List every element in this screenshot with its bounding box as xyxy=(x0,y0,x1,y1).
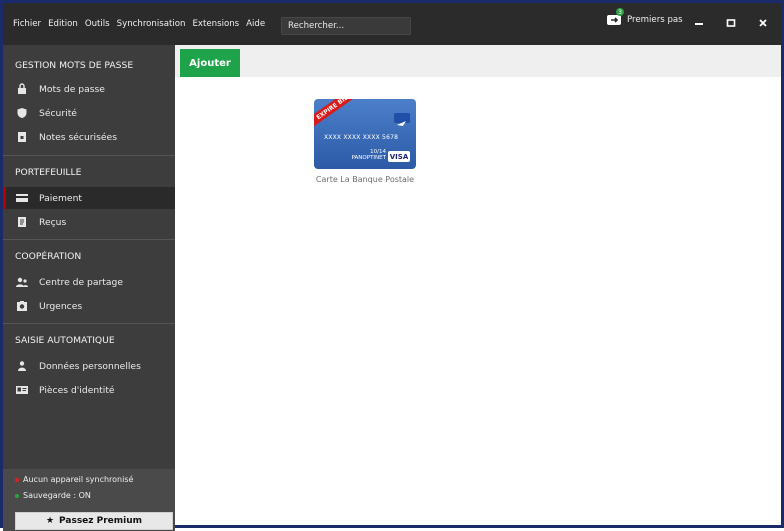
sidebar-divider xyxy=(3,239,175,240)
menu-outils[interactable]: Outils xyxy=(85,19,110,29)
add-button[interactable]: Ajouter xyxy=(180,49,240,77)
section-title-saisie: SAISIE AUTOMATIQUE xyxy=(15,335,115,346)
sync-status: Aucun appareil synchronisé xyxy=(15,475,133,484)
emergency-icon xyxy=(15,299,29,313)
menu-fichier[interactable]: Fichier xyxy=(13,19,41,29)
section-title-portefeuille: PORTEFEUILLE xyxy=(15,167,82,178)
section-title-gestion: GESTION MOTS DE PASSE xyxy=(15,60,134,71)
person-icon xyxy=(15,359,29,373)
menu-bar: Fichier Edition Outils Synchronisation E… xyxy=(13,3,265,45)
card-number: XXXX XXXX XXXX 5678 xyxy=(324,134,399,141)
premiers-pas-badge: 3 xyxy=(616,8,624,16)
sidebar-item-pieces[interactable]: Pièces d'identité xyxy=(3,379,175,401)
sidebar-item-label: Reçus xyxy=(39,216,67,228)
close-button[interactable] xyxy=(753,15,773,31)
toolbar: Ajouter xyxy=(175,45,781,77)
window-controls xyxy=(689,15,773,31)
sidebar-item-paiement[interactable]: Paiement xyxy=(3,187,175,209)
search-placeholder: Rechercher... xyxy=(288,21,345,31)
premium-button[interactable]: ★ Passez Premium xyxy=(15,512,173,530)
shield-icon xyxy=(15,106,29,120)
red-dot-icon xyxy=(15,477,19,482)
expire-ribbon: EXPIRE BIENTÔT xyxy=(314,99,376,130)
id-card-icon xyxy=(15,383,29,397)
card-caption: Carte La Banque Postale xyxy=(315,175,415,184)
main-content: Ajouter EXPIRE BIENTÔT XXXX XXXX XXXX 56… xyxy=(175,45,781,525)
menu-synchronisation[interactable]: Synchronisation xyxy=(117,19,186,29)
sidebar-item-label: Paiement xyxy=(39,192,82,204)
sync-status-text: Aucun appareil synchronisé xyxy=(23,475,134,484)
section-title-cooperation: COOPÉRATION xyxy=(15,251,82,262)
sidebar-item-urgences[interactable]: Urgences xyxy=(3,295,175,317)
card-expiry: 10/14 PANOPTINET xyxy=(352,149,386,161)
sidebar-item-label: Sécurité xyxy=(39,107,77,119)
card-holder: PANOPTINET xyxy=(351,155,386,161)
sidebar-divider xyxy=(3,155,175,156)
sidebar-item-label: Urgences xyxy=(39,300,83,312)
top-bar: Fichier Edition Outils Synchronisation E… xyxy=(3,3,781,45)
credit-card-icon xyxy=(15,191,29,205)
search-input[interactable]: Rechercher... xyxy=(281,17,411,35)
sidebar-item-label: Notes sécurisées xyxy=(39,131,117,143)
green-dot-icon xyxy=(15,493,19,498)
sidebar-item-label: Mots de passe xyxy=(39,83,105,95)
secure-note-icon xyxy=(15,130,29,144)
premiers-pas-button[interactable]: 3 Premiers pas xyxy=(607,8,683,27)
menu-edition[interactable]: Edition xyxy=(48,19,78,29)
menu-aide[interactable]: Aide xyxy=(246,19,265,29)
sidebar-item-donnees[interactable]: Données personnelles xyxy=(3,355,175,377)
receipt-icon xyxy=(15,215,29,229)
sidebar-item-label: Pièces d'identité xyxy=(39,384,115,396)
premiers-pas-label: Premiers pas xyxy=(627,15,683,25)
backup-status-text: Sauvegarde : ON xyxy=(23,491,91,500)
backup-status: Sauvegarde : ON xyxy=(15,491,91,500)
menu-extensions[interactable]: Extensions xyxy=(192,19,239,29)
maximize-button[interactable] xyxy=(721,15,741,31)
share-users-icon xyxy=(15,275,29,289)
sidebar-item-label: Données personnelles xyxy=(39,360,141,372)
sidebar-item-notes[interactable]: Notes sécurisées xyxy=(3,126,175,148)
sidebar-item-securite[interactable]: Sécurité xyxy=(3,102,175,124)
bank-logo-icon xyxy=(394,113,410,126)
visa-logo: VISA xyxy=(388,151,410,162)
premium-button-label: Passez Premium xyxy=(59,516,143,526)
sidebar-item-mots-de-passe[interactable]: Mots de passe xyxy=(3,78,175,100)
lock-icon xyxy=(15,82,29,96)
credit-card-thumbnail[interactable]: EXPIRE BIENTÔT XXXX XXXX XXXX 5678 10/14… xyxy=(314,99,416,169)
sidebar-item-label: Centre de partage xyxy=(39,276,124,288)
sidebar-item-recus[interactable]: Reçus xyxy=(3,211,175,233)
sidebar-item-centre-partage[interactable]: Centre de partage xyxy=(3,271,175,293)
star-icon: ★ xyxy=(45,516,55,526)
app-window: Fichier Edition Outils Synchronisation E… xyxy=(0,0,784,531)
premiers-pas-icon: 3 xyxy=(607,8,624,27)
minimize-button[interactable] xyxy=(689,15,709,31)
sidebar: GESTION MOTS DE PASSE Mots de passe Sécu… xyxy=(3,45,175,531)
sidebar-divider xyxy=(3,323,175,324)
